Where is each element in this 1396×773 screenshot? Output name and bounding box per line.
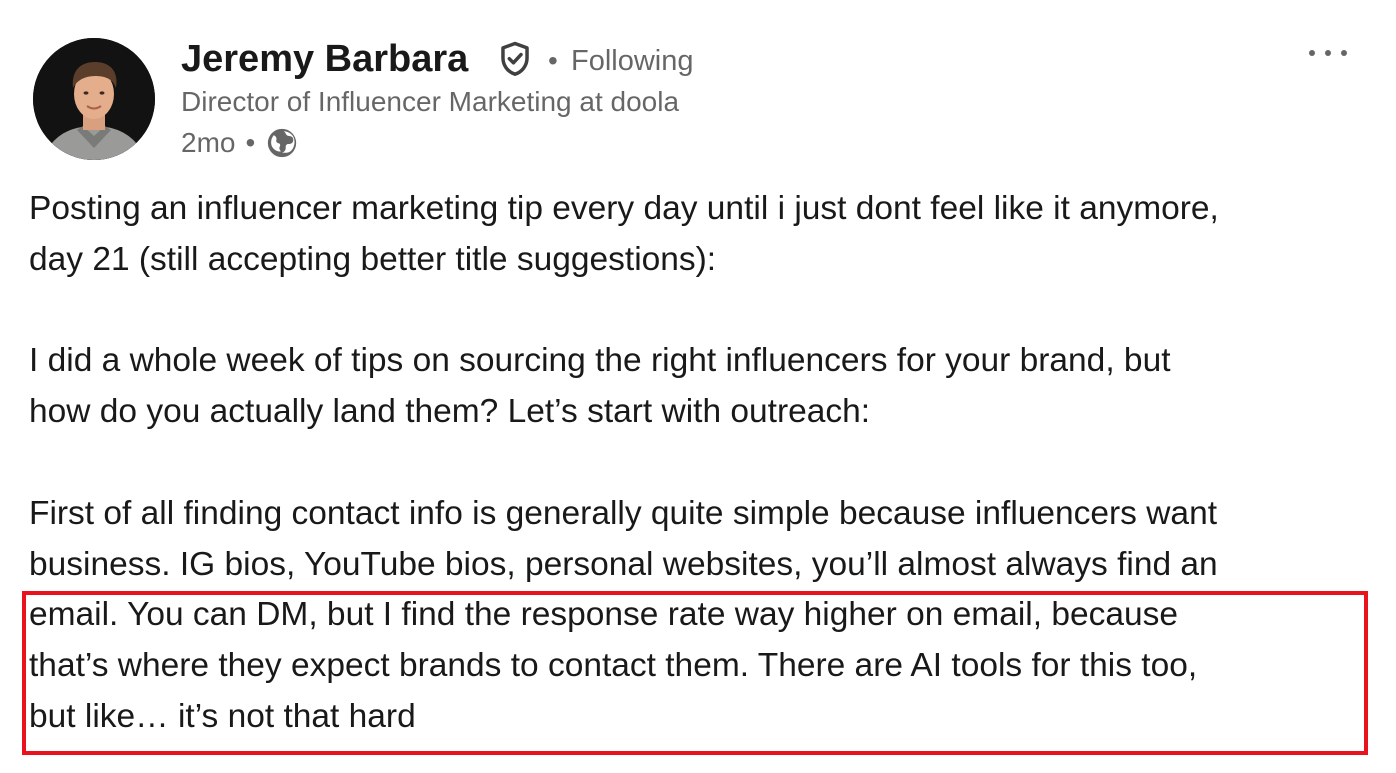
follow-separator: • [548, 45, 558, 76]
post-line: day 21 (still accepting better title sug… [29, 240, 717, 278]
verified-shield-check-icon [501, 41, 529, 76]
post-paragraph: I did a whole week of tips on sourcing t… [29, 336, 1369, 438]
post-body: Posting an influencer marketing tip ever… [29, 184, 1369, 743]
post-line: how do you actually land them? Let’s sta… [29, 393, 871, 431]
globe-icon [268, 128, 297, 158]
following-status-button[interactable]: Following [571, 44, 694, 78]
post-line: but like… it’s not that hard [29, 697, 416, 735]
post-paragraph: Posting an influencer marketing tip ever… [29, 184, 1369, 286]
more-options-button[interactable] [1303, 36, 1353, 70]
post-timestamp[interactable]: 2mo [181, 127, 235, 159]
post-line: First of all finding contact info is gen… [29, 494, 1218, 532]
more-options-icon [1309, 50, 1347, 56]
meta-separator: • [245, 127, 256, 158]
feed-post: Jeremy Barbara • Following Director of I… [0, 0, 1396, 773]
post-paragraph: First of all finding contact info is gen… [29, 489, 1369, 743]
author-avatar[interactable] [33, 38, 155, 160]
post-line: business. IG bios, YouTube bios, persona… [29, 545, 1218, 583]
post-line: email. You can DM, but I find the respon… [29, 596, 1178, 634]
author-name[interactable]: Jeremy Barbara [181, 36, 468, 82]
post-line: Posting an influencer marketing tip ever… [29, 190, 1219, 227]
post-line: I did a whole week of tips on sourcing t… [29, 342, 1171, 380]
post-meta: 2mo • [181, 125, 299, 161]
avatar-photo [33, 38, 155, 160]
author-headline: Director of Influencer Marketing at dool… [181, 86, 680, 117]
post-line: that’s where they expect brands to conta… [29, 647, 1198, 685]
